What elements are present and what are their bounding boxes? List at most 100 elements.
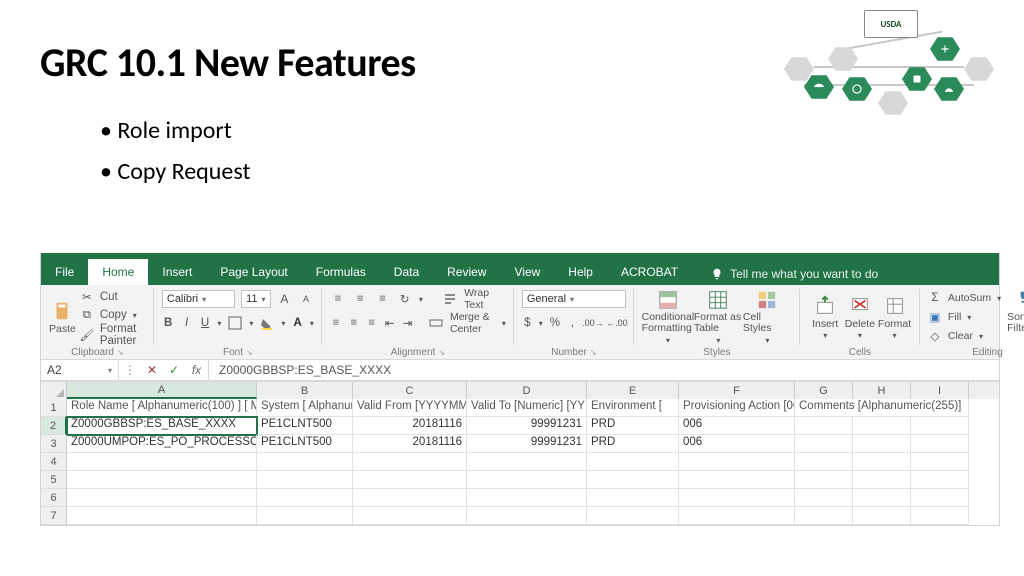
conditional-formatting-button[interactable]: Conditional Formatting▾: [642, 289, 694, 345]
cell[interactable]: [911, 453, 969, 471]
row-header[interactable]: 4: [41, 453, 67, 471]
cell[interactable]: PRD: [587, 435, 679, 453]
format-painter-button[interactable]: 🖌Format Painter: [80, 325, 146, 345]
tab-review[interactable]: Review: [433, 259, 500, 285]
row-header[interactable]: 2: [41, 417, 67, 435]
cell[interactable]: Provisioning Action [00: [679, 399, 795, 417]
clear-button[interactable]: ◇Clear▾: [928, 327, 1001, 345]
cell[interactable]: [257, 453, 353, 471]
tab-view[interactable]: View: [501, 259, 555, 285]
cell[interactable]: Role Name [ Alphanumeric(100) ] [ Ma: [67, 399, 257, 417]
orientation-button[interactable]: ↻: [397, 290, 413, 308]
row-header[interactable]: 5: [41, 471, 67, 489]
cell[interactable]: PE1CLNT500: [257, 435, 353, 453]
indent-dec-button[interactable]: ⇤: [384, 314, 396, 332]
spreadsheet-grid[interactable]: A B C D E F G H I 1 Role Name [ Alphanum…: [41, 381, 999, 525]
dec-decimal-button[interactable]: ←.00: [608, 314, 626, 332]
align-top-button[interactable]: ≡: [330, 290, 346, 308]
indent-inc-button[interactable]: ⇥: [402, 314, 414, 332]
fill-color-button[interactable]: [259, 314, 275, 332]
cell[interactable]: 006: [679, 417, 795, 435]
autosum-button[interactable]: ΣAutoSum▾: [928, 289, 1001, 307]
cell[interactable]: [853, 507, 911, 525]
cell[interactable]: 20181116: [353, 417, 467, 435]
cell[interactable]: 006: [679, 435, 795, 453]
cell[interactable]: [679, 489, 795, 507]
font-name-combo[interactable]: Calibri▾: [162, 290, 235, 308]
cell[interactable]: [467, 489, 587, 507]
shrink-font-button[interactable]: A: [298, 290, 314, 308]
delete-cells-button[interactable]: Delete▾: [843, 289, 878, 345]
cell[interactable]: [353, 489, 467, 507]
cancel-formula-button[interactable]: ✕: [141, 363, 163, 377]
cell[interactable]: [467, 507, 587, 525]
cell[interactable]: [67, 471, 257, 489]
cell[interactable]: Comments [Alphanumeric(255)]: [795, 399, 969, 417]
col-header[interactable]: F: [679, 382, 795, 399]
inc-decimal-button[interactable]: .00→: [584, 314, 602, 332]
row-header[interactable]: 7: [41, 507, 67, 525]
cell[interactable]: [853, 435, 911, 453]
align-right-button[interactable]: ≡: [366, 314, 378, 332]
select-all-corner[interactable]: [41, 382, 67, 399]
format-cells-button[interactable]: Format▾: [877, 289, 912, 345]
cell[interactable]: [853, 417, 911, 435]
col-header[interactable]: D: [467, 382, 587, 399]
cell[interactable]: [467, 471, 587, 489]
underline-button[interactable]: U: [199, 314, 211, 332]
format-as-table-button[interactable]: Format as Table▾: [694, 289, 743, 345]
tab-insert[interactable]: Insert: [148, 259, 206, 285]
cell[interactable]: [67, 507, 257, 525]
font-size-combo[interactable]: 11▾: [241, 290, 270, 308]
row-header[interactable]: 6: [41, 489, 67, 507]
cell[interactable]: [795, 507, 853, 525]
align-middle-button[interactable]: ≡: [352, 290, 368, 308]
cell[interactable]: [911, 417, 969, 435]
tab-file[interactable]: File: [41, 259, 88, 285]
cell[interactable]: [795, 435, 853, 453]
italic-button[interactable]: I: [180, 314, 192, 332]
cell[interactable]: [795, 453, 853, 471]
align-center-button[interactable]: ≡: [348, 314, 360, 332]
cell[interactable]: [679, 471, 795, 489]
cell[interactable]: [587, 507, 679, 525]
formula-dropdown-icon[interactable]: ⋮: [119, 363, 141, 377]
cell[interactable]: [587, 471, 679, 489]
formula-value[interactable]: Z0000GBBSP:ES_BASE_XXXX: [209, 363, 391, 377]
fill-button[interactable]: ▣Fill▾: [928, 308, 1001, 326]
cell[interactable]: 99991231: [467, 417, 587, 435]
cell[interactable]: [353, 471, 467, 489]
number-format-combo[interactable]: General▾: [522, 290, 626, 308]
cell[interactable]: [853, 471, 911, 489]
cell[interactable]: [67, 489, 257, 507]
cell[interactable]: [257, 471, 353, 489]
cell[interactable]: System [ Alphanum: [257, 399, 353, 417]
name-box[interactable]: A2▾: [41, 360, 119, 380]
cell[interactable]: [911, 435, 969, 453]
cell[interactable]: PE1CLNT500: [257, 417, 353, 435]
border-button[interactable]: [227, 314, 243, 332]
cell[interactable]: [587, 453, 679, 471]
cell[interactable]: [795, 471, 853, 489]
cell[interactable]: Environment [: [587, 399, 679, 417]
col-header[interactable]: C: [353, 382, 467, 399]
col-header[interactable]: H: [853, 382, 911, 399]
cell[interactable]: Valid To [Numeric] [YY: [467, 399, 587, 417]
cell[interactable]: [679, 507, 795, 525]
row-header[interactable]: 3: [41, 435, 67, 453]
cell[interactable]: [257, 507, 353, 525]
tab-acrobat[interactable]: ACROBAT: [607, 259, 692, 285]
font-color-button[interactable]: A: [291, 314, 303, 332]
cell[interactable]: [911, 507, 969, 525]
align-bottom-button[interactable]: ≡: [374, 290, 390, 308]
cell[interactable]: [853, 453, 911, 471]
accounting-button[interactable]: $: [522, 314, 533, 332]
cell[interactable]: Valid From [YYYYMM: [353, 399, 467, 417]
cell[interactable]: Z0000UMPOP:ES_PO_PROCESSOR: [67, 435, 257, 453]
percent-button[interactable]: %: [549, 314, 561, 332]
cell[interactable]: [353, 453, 467, 471]
enter-formula-button[interactable]: ✓: [163, 363, 185, 377]
fx-button[interactable]: fx: [185, 360, 209, 380]
row-header[interactable]: 1: [41, 399, 67, 417]
cell[interactable]: [911, 489, 969, 507]
